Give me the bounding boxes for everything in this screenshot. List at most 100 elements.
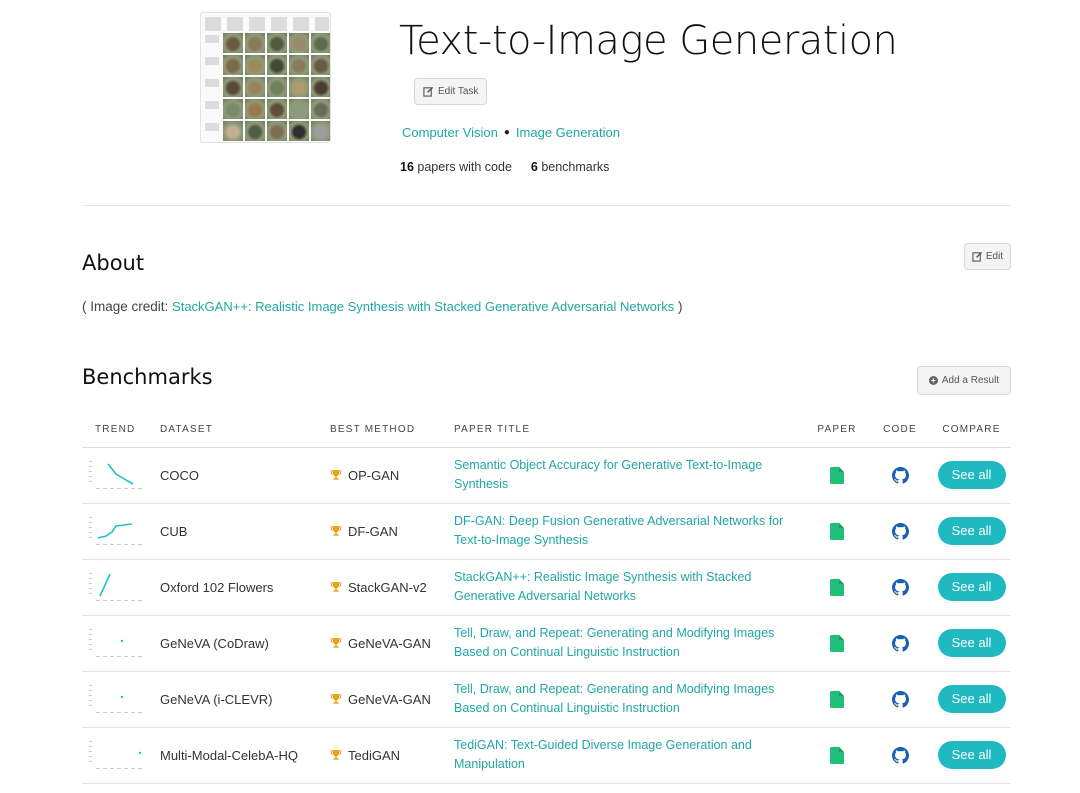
col-best-method: BEST METHOD	[330, 412, 454, 448]
bird-image-tile	[223, 33, 243, 53]
dataset-cell[interactable]: GeNeVA (i-CLEVR)	[160, 671, 330, 728]
see-all-button[interactable]: See all	[937, 741, 1006, 769]
see-all-button[interactable]: See all	[937, 461, 1006, 489]
image-credit: ( Image credit: StackGAN++: Realistic Im…	[82, 299, 682, 314]
paper-title-link[interactable]: Semantic Object Accuracy for Generative …	[454, 456, 806, 494]
about-heading: About	[82, 251, 145, 275]
github-icon	[891, 522, 909, 540]
dataset-name[interactable]: COCO	[160, 468, 199, 483]
best-method-name[interactable]: GeNeVA-GAN	[348, 692, 431, 707]
tag-image-generation[interactable]: Image Generation	[516, 125, 620, 140]
bird-image-tile	[267, 121, 287, 141]
paper-title-link[interactable]: Tell, Draw, and Repeat: Generating and M…	[454, 624, 806, 662]
best-method-name[interactable]: OP-GAN	[348, 468, 399, 483]
paper-title-cell: Tell, Draw, and Repeat: Generating and M…	[454, 615, 806, 672]
table-row[interactable]: GeNeVA (CoDraw) GeNeVA-GAN Tell, Draw, and…	[82, 615, 1011, 672]
paper-title-link[interactable]: StackGAN++: Realistic Image Synthesis wi…	[454, 568, 806, 606]
dataset-cell[interactable]: Oxford 102 Flowers	[160, 559, 330, 616]
bird-image-tile	[223, 99, 243, 119]
compare-cell: See all	[932, 447, 1011, 504]
best-method-name[interactable]: DF-GAN	[348, 524, 398, 539]
paper-link-cell[interactable]	[806, 671, 868, 728]
papers-count: 16	[400, 160, 414, 174]
paper-title-link[interactable]: TediGAN: Text-Guided Diverse Image Gener…	[454, 736, 806, 774]
see-all-button[interactable]: See all	[937, 685, 1006, 713]
dataset-cell[interactable]: COCO	[160, 447, 330, 504]
best-method-cell[interactable]: TediGAN	[330, 727, 454, 784]
credit-link[interactable]: StackGAN++: Realistic Image Synthesis wi…	[172, 299, 674, 314]
dataset-cell[interactable]: Multi-Modal-CelebA-HQ	[160, 727, 330, 784]
col-trend: TREND	[82, 412, 160, 448]
dataset-name[interactable]: CUB	[160, 524, 187, 539]
edit-task-button[interactable]: Edit Task	[414, 78, 488, 105]
col-paper-title: PAPER TITLE	[454, 412, 806, 448]
code-link-cell[interactable]	[868, 447, 932, 504]
best-method-name[interactable]: GeNeVA-GAN	[348, 636, 431, 651]
dataset-name[interactable]: Multi-Modal-CelebA-HQ	[160, 748, 298, 763]
best-method-cell[interactable]: GeNeVA-GAN	[330, 671, 454, 728]
credit-suffix: )	[677, 299, 683, 314]
best-method-name[interactable]: StackGAN-v2	[348, 580, 427, 595]
best-method-name[interactable]: TediGAN	[348, 748, 400, 763]
code-link-cell[interactable]	[868, 503, 932, 560]
table-row[interactable]: COCO OP-GAN Semantic Object Accuracy for G…	[82, 447, 1011, 504]
edit-about-button[interactable]: Edit	[964, 243, 1011, 270]
code-link-cell[interactable]	[868, 671, 932, 728]
table-row[interactable]: CUB DF-GAN DF-GAN: Deep Fusion Generative …	[82, 503, 1011, 560]
see-all-button[interactable]: See all	[937, 629, 1006, 657]
trophy-icon	[330, 525, 342, 536]
best-method-cell[interactable]: GeNeVA-GAN	[330, 615, 454, 672]
compare-cell: See all	[932, 559, 1011, 616]
paper-title-cell: Tell, Draw, and Repeat: Generating and M…	[454, 671, 806, 728]
dataset-cell[interactable]: GeNeVA (CoDraw)	[160, 615, 330, 672]
papers-label: papers with code	[417, 160, 512, 174]
bird-image-tile	[223, 121, 243, 141]
code-link-cell[interactable]	[868, 615, 932, 672]
paper-title-cell: DF-GAN: Deep Fusion Generative Adversari…	[454, 503, 806, 560]
file-icon	[830, 746, 844, 764]
best-method-cell[interactable]: StackGAN-v2	[330, 559, 454, 616]
compare-cell: See all	[932, 671, 1011, 728]
see-all-button[interactable]: See all	[937, 573, 1006, 601]
edit-label: Edit	[985, 251, 1004, 262]
compare-cell: See all	[932, 615, 1011, 672]
best-method-cell[interactable]: OP-GAN	[330, 447, 454, 504]
dataset-name[interactable]: GeNeVA (CoDraw)	[160, 636, 269, 651]
table-row[interactable]: Oxford 102 Flowers StackGAN-v2 StackGAN++:…	[82, 559, 1011, 616]
bird-image-tile	[289, 55, 309, 75]
github-icon	[891, 466, 909, 484]
table-row[interactable]: Multi-Modal-CelebA-HQ TediGAN TediGAN: Tex…	[82, 727, 1011, 784]
paper-link-cell[interactable]	[806, 503, 868, 560]
task-tags: Computer Vision ● Image Generation	[402, 125, 620, 140]
bird-image-tile	[245, 55, 265, 75]
paper-title-link[interactable]: DF-GAN: Deep Fusion Generative Adversari…	[454, 512, 806, 550]
dataset-name[interactable]: GeNeVA (i-CLEVR)	[160, 692, 272, 707]
bird-image-tile	[267, 33, 287, 53]
bird-image-tile	[311, 33, 330, 53]
col-compare: COMPARE	[932, 412, 1011, 448]
trend-sparkline	[89, 516, 142, 545]
github-icon	[891, 578, 909, 596]
code-link-cell[interactable]	[868, 727, 932, 784]
paper-title-link[interactable]: Tell, Draw, and Repeat: Generating and M…	[454, 680, 806, 718]
tag-computer-vision[interactable]: Computer Vision	[402, 125, 498, 140]
github-icon	[891, 690, 909, 708]
dataset-name[interactable]: Oxford 102 Flowers	[160, 580, 273, 595]
bird-image-tile	[311, 99, 330, 119]
best-method-cell[interactable]: DF-GAN	[330, 503, 454, 560]
add-result-button[interactable]: + Add a Result	[917, 366, 1011, 395]
paper-link-cell[interactable]	[806, 559, 868, 616]
table-row[interactable]: GeNeVA (i-CLEVR) GeNeVA-GAN Tell, Draw, an…	[82, 671, 1011, 728]
paper-link-cell[interactable]	[806, 727, 868, 784]
dataset-cell[interactable]: CUB	[160, 503, 330, 560]
col-dataset: DATASET	[160, 412, 330, 448]
paper-title-cell: Semantic Object Accuracy for Generative …	[454, 447, 806, 504]
task-counts: 16 papers with code 6 benchmarks	[400, 160, 609, 174]
trend-cell	[82, 727, 160, 784]
code-link-cell[interactable]	[868, 559, 932, 616]
see-all-button[interactable]: See all	[937, 517, 1006, 545]
paper-link-cell[interactable]	[806, 447, 868, 504]
paper-link-cell[interactable]	[806, 615, 868, 672]
paper-title-cell: StackGAN++: Realistic Image Synthesis wi…	[454, 559, 806, 616]
compare-cell: See all	[932, 503, 1011, 560]
